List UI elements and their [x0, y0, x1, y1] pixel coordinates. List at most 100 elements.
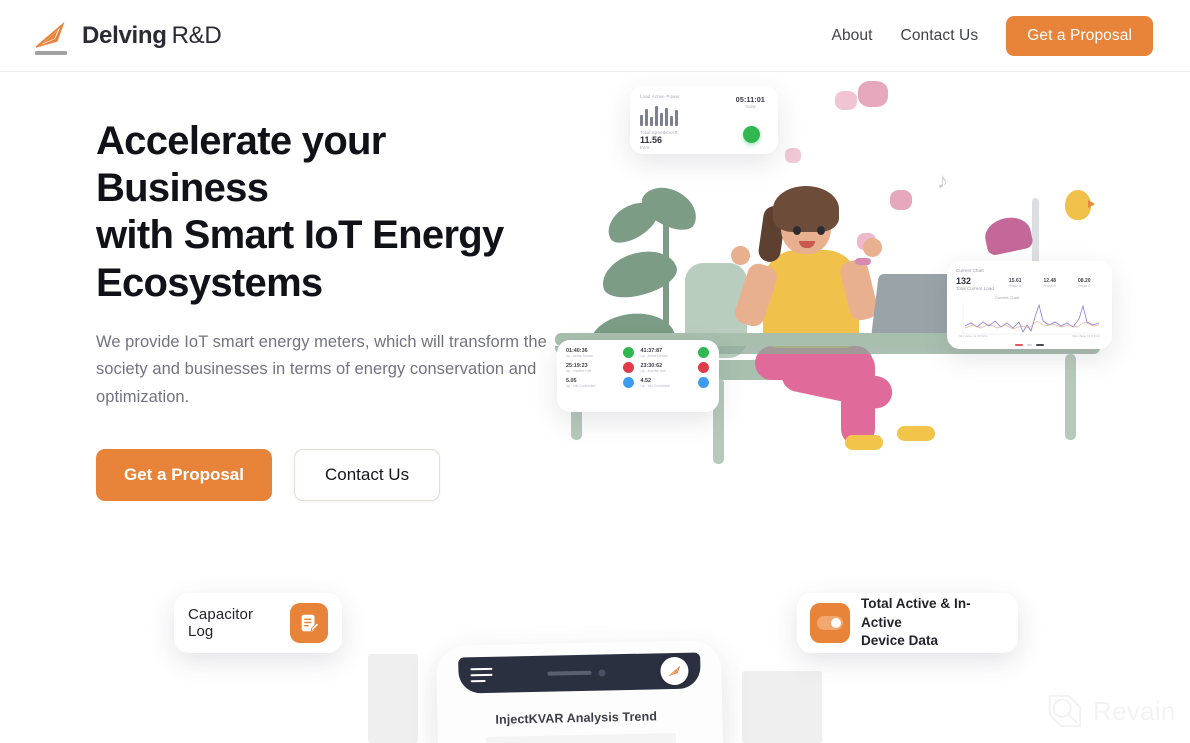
document-edit-icon [289, 603, 328, 643]
nav-item-about[interactable]: About [832, 27, 873, 45]
status-sub: Up - Active Device [566, 353, 593, 358]
device-data-badge[interactable]: Total Active & In-Active Device Data [797, 593, 1018, 653]
decor-blob [890, 190, 912, 210]
hero-title-line-1: Accelerate your Business [96, 119, 386, 211]
hero-contact-us-button[interactable]: Contact Us [293, 448, 441, 501]
decor-blob [835, 91, 857, 110]
phone-notch [458, 652, 701, 694]
load-power-card: Load Active Power Total SpeedKVAR 11.56 … [630, 86, 778, 154]
toggle-knob [831, 618, 841, 628]
status-dot-blue [697, 377, 709, 388]
load-power-value-unit: kVAr [640, 145, 650, 150]
status-item: 41:37:87 Up - Active Device [641, 348, 692, 358]
person-hair [773, 186, 839, 232]
phone-camera [598, 668, 606, 677]
phone-mockup: InjectKVAR Analysis Trend [435, 640, 724, 743]
header-get-proposal-button[interactable]: Get a Proposal [1006, 15, 1153, 56]
device-data-label: Total Active & In-Active Device Data [861, 595, 1005, 651]
load-power-time: 05:11:01 Today [736, 97, 765, 109]
delving-arrow-logo-icon [30, 16, 70, 56]
current-chart-axis-left: Min Value 12.00 kVAr [959, 334, 988, 338]
status-sub: Up - Active Device [640, 353, 668, 358]
legend-label: Phase B [1043, 284, 1056, 288]
desk-lamp-shade [981, 213, 1035, 257]
status-item: 25:19:23 Up - Inactive Unit [566, 363, 617, 373]
site-header: Delving R&D About Contact Us Get a Propos… [0, 0, 1190, 72]
status-dot-red [697, 362, 709, 373]
logo-tagline [35, 50, 67, 55]
hero-subtitle: We provide IoT smart energy meters, whic… [96, 332, 547, 407]
status-sub: Up - Idle Connected [640, 383, 670, 388]
hero-illustration: ♪ ~ ~ [545, 78, 1145, 464]
brand-name-primary: Delving [82, 21, 167, 49]
background-panel [742, 671, 822, 743]
delving-arrow-logo-icon[interactable] [660, 656, 689, 686]
person-shoe [897, 426, 935, 441]
capacitor-log-label: Capacitor Log [188, 606, 254, 640]
hero-section: Accelerate your Business with Smart IoT … [96, 118, 566, 501]
device-status-grid: 01:40:36 Up - Active Device 41:37:87 Up … [566, 347, 710, 388]
phone-screen-title: InjectKVAR Analysis Trend [495, 709, 658, 727]
device-status-card: 01:40:36 Up - Active Device 41:37:87 Up … [557, 340, 719, 412]
nav-item-contact-us[interactable]: Contact Us [901, 27, 979, 45]
decor-blob [858, 81, 888, 107]
revain-logo-icon [1048, 694, 1082, 728]
background-panel [368, 654, 418, 743]
status-dot-green [697, 347, 709, 358]
capacitor-log-badge[interactable]: Capacitor Log [174, 593, 342, 653]
brand-name: Delving R&D [82, 21, 222, 50]
load-power-time-value: 05:11:01 [735, 97, 765, 104]
device-data-label-line-1: Total Active & In-Active [861, 596, 971, 630]
status-dot-blue [623, 377, 634, 388]
person-eye [793, 226, 801, 235]
current-chart-axis-right: Max Value 61.5 kVAr [1072, 334, 1100, 338]
legend-label: Phase C [1078, 284, 1091, 288]
main-navigation: About Contact Us Get a Proposal [832, 15, 1153, 56]
current-chart-plot [962, 303, 1100, 335]
legend-entry: 12.48 Phase B [1044, 278, 1057, 288]
current-chart-card: Current Chart 132 Total Current Load 15.… [947, 261, 1112, 349]
status-dot-red [623, 362, 634, 373]
hero-actions: Get a Proposal Contact Us [96, 448, 566, 501]
person-watch [855, 258, 871, 265]
current-chart-pagination[interactable] [947, 343, 1112, 346]
brand-name-secondary: R&D [171, 21, 222, 49]
hero-title: Accelerate your Business with Smart IoT … [96, 118, 566, 307]
person-hand [731, 246, 750, 265]
status-item: 4.52 Up - Idle Connected [641, 378, 692, 388]
current-chart-legend: 15.61 Phase A 12.48 Phase B 08.20 Phase … [1009, 278, 1091, 288]
status-sub: Up - Idle Connected [566, 383, 596, 388]
bird-beak-icon [1088, 200, 1095, 208]
hero-title-line-3: Ecosystems [96, 260, 323, 305]
legend-entry: 08.20 Phase C [1078, 278, 1091, 288]
status-item: 5.05 Up - Idle Connected [566, 378, 617, 388]
revain-watermark: Revain [1046, 692, 1176, 730]
current-chart-caption: Current Chart [995, 295, 1020, 300]
person-shoe [845, 435, 883, 450]
device-data-label-line-2: Device Data [861, 633, 939, 649]
check-circle-icon [743, 126, 760, 143]
person-hand [863, 238, 882, 257]
revain-watermark-text: Revain [1093, 695, 1176, 726]
status-sub: Up - Inactive Unit [566, 368, 592, 373]
music-note-icon: ♪ [937, 168, 948, 193]
status-dot-green [623, 347, 634, 358]
load-power-time-sub: Today [744, 104, 756, 109]
hero-get-proposal-button[interactable]: Get a Proposal [96, 448, 272, 501]
person-eye [817, 226, 825, 235]
desk-leg [1065, 354, 1076, 440]
status-item: 01:40:36 Up - Active Device [566, 348, 617, 358]
toggle-track [817, 616, 843, 630]
brand-logo[interactable]: Delving R&D [30, 16, 222, 56]
toggle-switch-icon [810, 603, 850, 643]
page-root: Delving R&D About Contact Us Get a Propos… [0, 0, 1190, 743]
phone-content-placeholder [485, 732, 677, 743]
status-item: 23:30:62 Up - Inactive Unit [641, 363, 692, 373]
phone-speaker [547, 670, 592, 676]
hero-title-line-2: with Smart IoT Energy [96, 213, 504, 258]
status-sub: Up - Inactive Unit [640, 368, 666, 373]
current-chart-title: Current Chart [956, 268, 984, 273]
legend-entry: 15.61 Phase A [1009, 278, 1022, 288]
hamburger-menu-icon[interactable] [470, 667, 493, 683]
legend-label: Phase A [1009, 284, 1021, 288]
